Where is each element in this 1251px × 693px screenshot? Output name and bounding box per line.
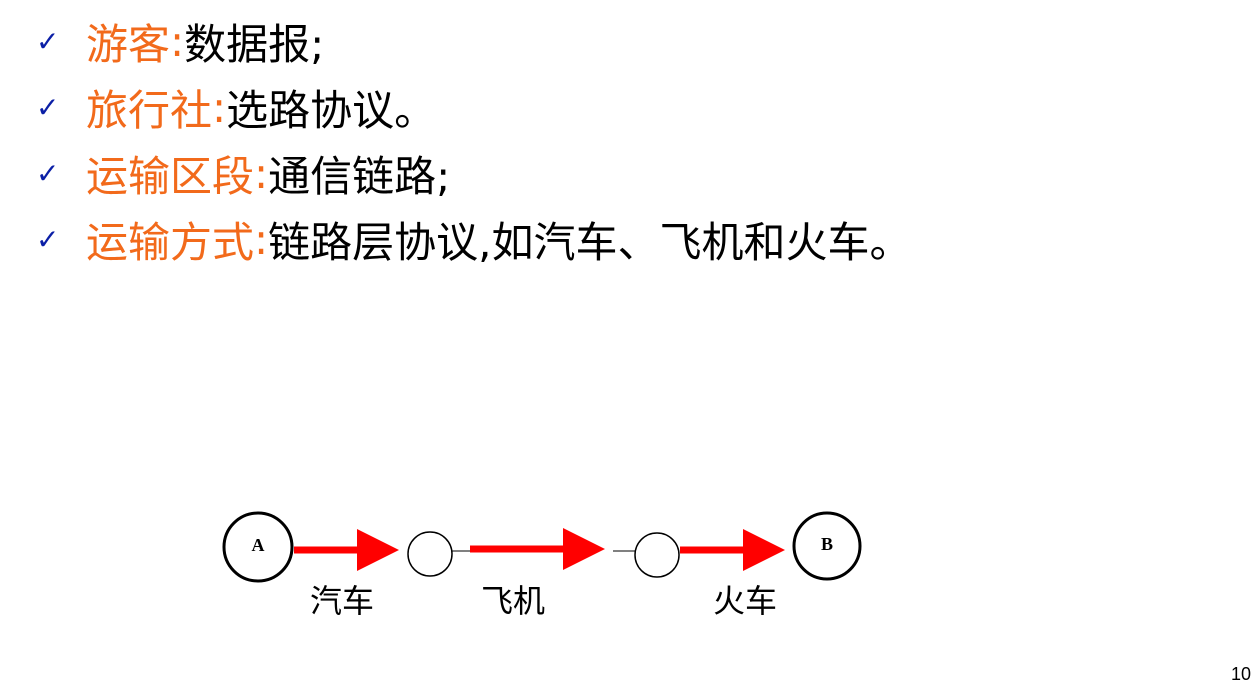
node-router-1 (407, 531, 453, 577)
node-b-label: B (821, 534, 833, 554)
node-router-2 (634, 532, 680, 578)
link-label-car: 汽车 (310, 582, 374, 620)
node-a-label: A (252, 535, 265, 555)
page-number: 10 (1231, 664, 1251, 684)
link-label-plane: 飞机 (481, 582, 545, 620)
link-label-train: 火车 (713, 582, 777, 620)
transport-diagram: A B 汽车 飞机 火车 (222, 511, 862, 620)
